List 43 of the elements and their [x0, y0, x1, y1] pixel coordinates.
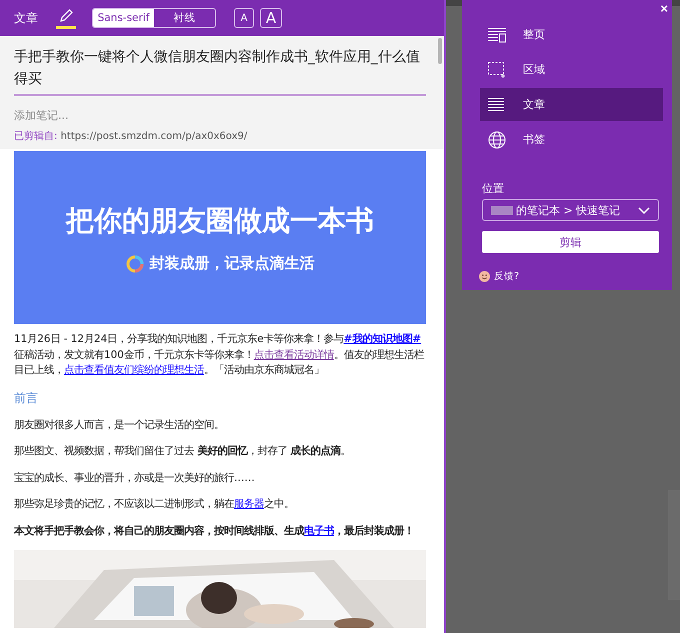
link[interactable]: 电子书 — [304, 524, 334, 536]
clip-mode-item[interactable]: 文章 — [480, 88, 663, 121]
clip-mode-item[interactable]: 整页 — [480, 18, 663, 51]
paragraph: 宝宝的成长、事业的晋升，亦或是一次美好的旅行…… — [14, 470, 256, 486]
paragraph: 11月26日 - 12月24日，分享我的知识地图，千元京东e卡等你来拿！参与#我的知识地图# 征稿活动，发文就有100金币，千元京东卡等你来拿！点击查看活动详情。值友的理想生活栏目已上线，点击查看值友们缤纷的理想生活。「活动由京东商城冠名」 — [14, 332, 426, 378]
location-label: 位置 — [482, 181, 505, 196]
paragraph: 那些图文、视频数据，帮我们留住了过去 美好的回忆，封存了 成长的点滴。 — [14, 444, 352, 459]
font-option[interactable]: Sans-serif — [93, 9, 154, 27]
close-button[interactable]: × — [660, 1, 668, 16]
dashed-rectangle-icon — [488, 62, 506, 78]
paragraph: 那些弥足珍贵的记忆，不应该以二进制形式，躺在服务器之中。 — [14, 497, 295, 512]
font-option[interactable]: 衬线 — [154, 9, 215, 27]
link[interactable]: #我的知识 — [344, 333, 392, 345]
ring-logo-icon — [126, 254, 144, 272]
link[interactable]: 地图# — [392, 333, 422, 345]
clip-title[interactable]: 手把手教你一键将个人微信朋友圈内容制作成书_软件应用_什么值得买 — [14, 46, 426, 96]
paragraph: 本文将手把手教会你，将自己的朋友圈内容，按时间线排版、生成电子书，最后封装成册！ — [14, 524, 415, 538]
clip-mode-item[interactable]: 区域 — [480, 53, 663, 86]
clip-button[interactable]: 剪辑 — [482, 231, 659, 253]
note-field[interactable]: 添加笔记... — [14, 107, 214, 123]
clip-mode-item[interactable]: 书签 — [480, 123, 663, 156]
globe-icon — [488, 130, 506, 148]
link[interactable]: 点击查看活动详情 — [254, 348, 334, 360]
banner-headline: 把你的朋友圈做成一本书 — [66, 203, 374, 239]
font-size-up-button[interactable]: A — [260, 8, 282, 28]
source-link[interactable]: https://post.smzdm.com/p/ax0x6ox9/ — [60, 131, 248, 142]
page-layout-icon — [488, 26, 506, 42]
source-label: 已剪辑自: — [14, 131, 58, 142]
text-lines-icon — [488, 96, 506, 112]
location-dropdown[interactable]: 的笔记本 > 快速笔记 — [482, 199, 659, 221]
paragraph: 朋友圈对很多人而言，是一个记录生活的空间。 — [14, 418, 225, 432]
link[interactable]: 服务器 — [234, 498, 264, 510]
banner-tagline: 封装成册，记录点滴生活 — [150, 254, 314, 273]
link[interactable]: 点击查看值友们缤纷的理想生活 — [64, 364, 204, 376]
feedback-link[interactable]: 反馈? — [494, 270, 520, 283]
scrollbar-thumb[interactable] — [438, 38, 442, 64]
font-size-down-button[interactable]: A — [234, 8, 254, 28]
pencil-icon — [58, 8, 74, 24]
chevron-down-icon — [638, 207, 650, 215]
smiley-icon — [479, 271, 490, 282]
section-heading: 前言 — [14, 390, 39, 406]
highlighter-button[interactable] — [56, 8, 76, 28]
mode-label: 文章 — [14, 10, 38, 26]
